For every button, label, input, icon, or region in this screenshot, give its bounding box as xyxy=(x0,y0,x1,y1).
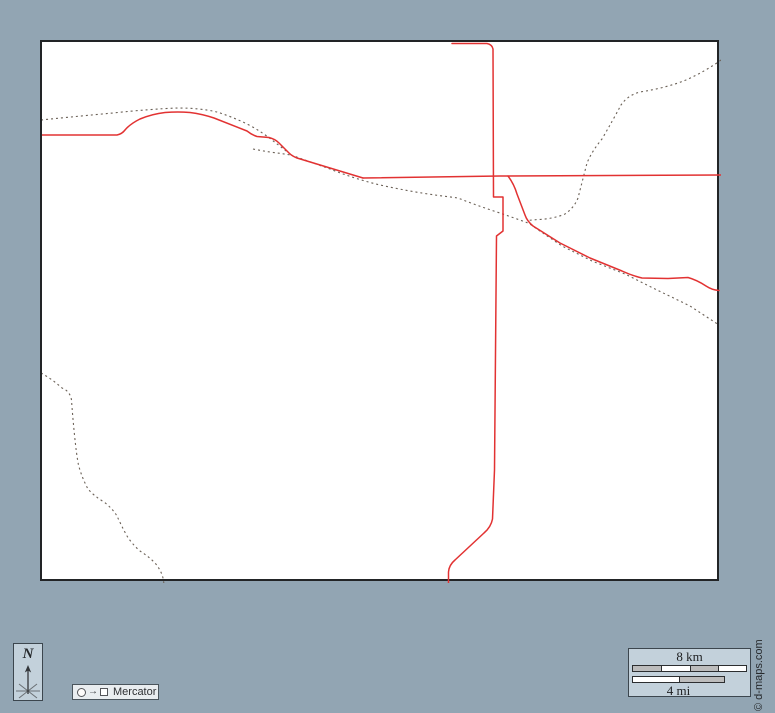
east-horizontal-road xyxy=(362,174,721,179)
scale-segment xyxy=(689,666,718,671)
north-south-road xyxy=(447,42,504,583)
scale-mi-label: 4 mi xyxy=(666,683,691,698)
map-page: { "window": { "background_color": "#92a5… xyxy=(0,0,775,713)
map-drawing xyxy=(42,42,721,583)
scale-segment xyxy=(633,666,662,671)
southwest-stream xyxy=(42,372,165,583)
southeast-road xyxy=(507,175,720,292)
flat-square-icon xyxy=(100,688,108,696)
projection-name: Mercator xyxy=(113,685,157,698)
copyright-credit: © d-maps.com xyxy=(753,639,765,711)
compass-box: N xyxy=(13,643,43,701)
scale-km-label: 8 km xyxy=(676,649,703,664)
map-canvas xyxy=(40,40,721,583)
arrow-right-icon: → xyxy=(88,686,98,697)
scale-segment xyxy=(678,677,724,682)
west-road xyxy=(42,111,364,179)
scale-bar-km xyxy=(632,665,747,672)
scale-segment xyxy=(633,677,679,682)
scale-segment xyxy=(717,666,746,671)
globe-circle-icon xyxy=(77,687,86,697)
scale-segment xyxy=(661,666,690,671)
north-stream xyxy=(42,107,291,155)
north-arrow-icon xyxy=(16,665,40,699)
scale-box: 8 km 4 mi xyxy=(628,648,751,698)
main-stream xyxy=(290,154,720,326)
projection-box: → Mercator xyxy=(72,684,159,700)
scale-bar-mi xyxy=(632,676,725,683)
compass-north-label: N xyxy=(22,646,34,662)
northeast-tributary xyxy=(526,59,721,222)
